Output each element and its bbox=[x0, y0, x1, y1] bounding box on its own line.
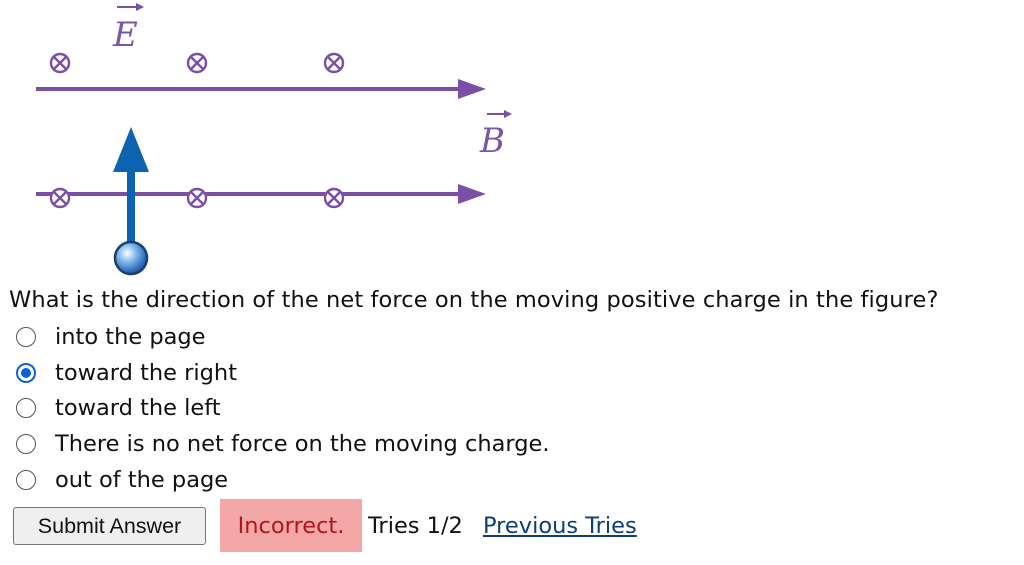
radio-button[interactable] bbox=[16, 434, 36, 454]
option-toward-the-right[interactable]: toward the right bbox=[16, 358, 237, 388]
vector-arrow-icon bbox=[117, 3, 144, 11]
submit-answer-button[interactable]: Submit Answer bbox=[13, 507, 206, 545]
velocity-arrow-icon bbox=[113, 127, 149, 246]
b-field-line-bottom bbox=[36, 184, 486, 204]
option-label: out of the page bbox=[55, 467, 229, 493]
incorrect-status-badge: Incorrect. bbox=[220, 499, 362, 552]
e-field-label-text: E bbox=[112, 15, 138, 55]
b-field-line-top bbox=[36, 79, 486, 99]
previous-tries-link[interactable]: Previous Tries bbox=[483, 513, 637, 539]
into-page-icon bbox=[323, 187, 345, 209]
into-page-icon bbox=[186, 52, 208, 74]
e-field-label: E bbox=[112, 3, 144, 55]
right-arrow-icon bbox=[458, 184, 486, 204]
vector-arrow-icon bbox=[487, 110, 512, 118]
b-field-label: B bbox=[479, 110, 512, 161]
option-toward-the-left[interactable]: toward the left bbox=[16, 393, 221, 423]
option-label: toward the right bbox=[55, 360, 238, 386]
into-page-icon bbox=[49, 52, 71, 74]
option-label: toward the left bbox=[55, 395, 221, 421]
radio-button[interactable] bbox=[16, 398, 36, 418]
radio-button[interactable] bbox=[16, 470, 36, 490]
question-prompt: What is the direction of the net force o… bbox=[9, 287, 939, 313]
option-no-net-force[interactable]: There is no net force on the moving char… bbox=[16, 429, 550, 459]
into-page-icon bbox=[186, 187, 208, 209]
status-text: Incorrect. bbox=[237, 512, 345, 539]
e-field-row-bottom bbox=[49, 187, 345, 209]
option-out-of-the-page[interactable]: out of the page bbox=[16, 465, 228, 495]
radio-button-selected[interactable] bbox=[16, 363, 36, 383]
e-field-row-top bbox=[49, 52, 345, 74]
into-page-icon bbox=[49, 187, 71, 209]
option-into-the-page[interactable]: into the page bbox=[16, 322, 206, 352]
physics-figure: E B bbox=[36, 3, 512, 276]
option-label: There is no net force on the moving char… bbox=[55, 431, 550, 457]
option-label: into the page bbox=[55, 324, 206, 350]
b-field-label-text: B bbox=[479, 121, 505, 161]
right-arrow-icon bbox=[458, 79, 486, 99]
tries-counter: Tries 1/2 bbox=[368, 513, 463, 539]
into-page-icon bbox=[323, 52, 345, 74]
radio-button[interactable] bbox=[16, 327, 36, 347]
positive-charge-icon bbox=[113, 240, 149, 276]
